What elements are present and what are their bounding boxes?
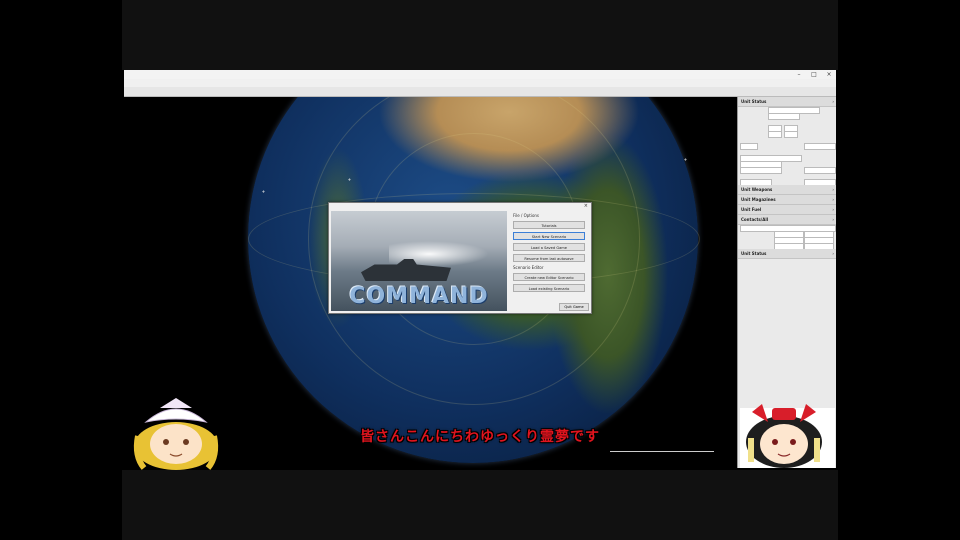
letterbox-right (838, 0, 960, 540)
resume-autosave-button[interactable]: Resume from last autosave (513, 254, 585, 262)
menu-bar (124, 79, 836, 87)
letterbox-top (122, 0, 838, 70)
unit-weapons-section[interactable]: Unit Weapons › (738, 185, 836, 195)
close-icon[interactable]: × (822, 70, 836, 79)
dialog-close-icon[interactable]: × (584, 203, 588, 210)
start-menu-dialog: × COMMAND File / Options Tutorials Start… (328, 202, 592, 314)
contacts-section[interactable]: Contacts/All › (738, 215, 836, 225)
maximize-icon[interactable]: □ (807, 70, 821, 79)
game-window: – □ × ✈ ✈ ✈ × COMMAND File / Options Tut… (124, 70, 836, 468)
quit-game-button[interactable]: Quit Game (559, 303, 589, 311)
map-unit-marker[interactable]: ✈ (348, 177, 351, 182)
chevron-icon: › (832, 187, 834, 192)
chevron-icon: › (832, 251, 834, 256)
tutorials-button[interactable]: Tutorials (513, 221, 585, 229)
video-subtitle: 皆さんこんにちわゆっくり霊夢です (360, 429, 600, 445)
options-title: File / Options (513, 213, 540, 218)
unit-magazines-section[interactable]: Unit Magazines › (738, 195, 836, 205)
minimize-icon[interactable]: – (792, 70, 806, 79)
map-unit-marker[interactable]: ✈ (684, 157, 687, 162)
editor-section-title: Scenario Editor (513, 265, 544, 270)
chevron-icon: › (832, 99, 834, 104)
chevron-icon: › (832, 207, 834, 212)
chevron-icon: › (832, 217, 834, 222)
scale-bar (610, 447, 714, 459)
dialog-options-panel: File / Options Tutorials Start New Scena… (513, 211, 587, 311)
create-editor-scenario-button[interactable]: Create new Editor Scenario (513, 273, 585, 281)
start-new-scenario-button[interactable]: Start New Scenario (513, 232, 585, 240)
command-logo: COMMAND (349, 284, 489, 309)
unit-status-lower-section[interactable]: Unit Status › (738, 249, 836, 259)
chevron-icon: › (832, 197, 834, 202)
splash-image: COMMAND (331, 211, 507, 311)
load-existing-scenario-button[interactable]: Load existing Scenario (513, 284, 585, 292)
load-saved-game-button[interactable]: Load a Saved Game (513, 243, 585, 251)
map-unit-marker[interactable]: ✈ (262, 189, 265, 194)
toolbar (124, 87, 836, 97)
unit-fuel-section[interactable]: Unit Fuel › (738, 205, 836, 215)
letterbox-left (0, 0, 122, 540)
unit-status-section[interactable]: Unit Status › (738, 97, 836, 107)
letterbox-bottom (122, 470, 838, 540)
